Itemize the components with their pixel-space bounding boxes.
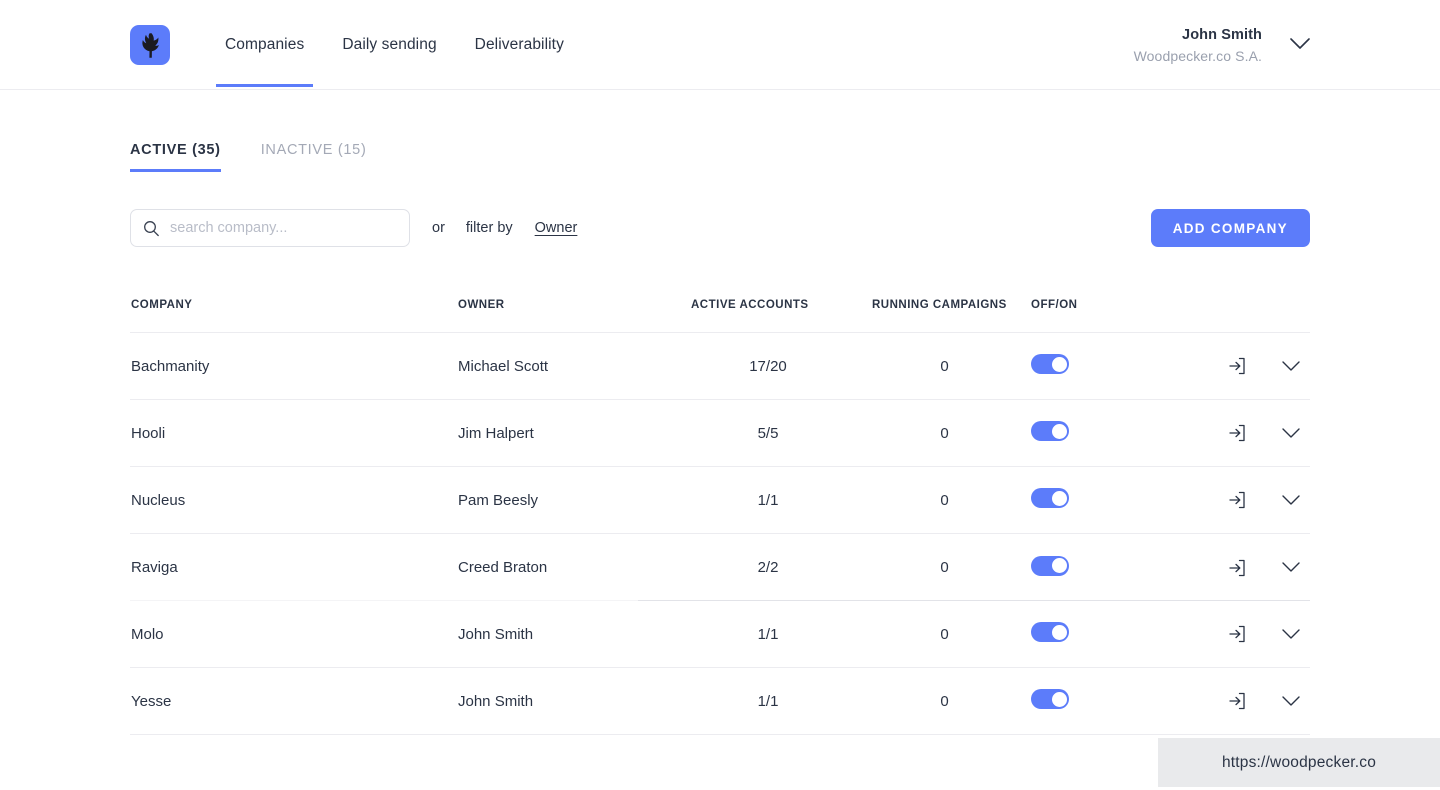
table-header-row: COMPANY OWNER ACTIVE ACCOUNTS RUNNING CA… [130,299,1310,333]
chevron-down-icon[interactable] [1282,495,1300,506]
chevron-down-icon[interactable] [1282,696,1300,707]
cell-active-accounts: 1/1 [678,693,858,710]
cell-active-accounts: 1/1 [678,626,858,643]
table-row[interactable]: Hooli Jim Halpert 5/5 0 [130,400,1310,467]
column-header-running-campaigns: RUNNING CAMPAIGNS [858,299,1031,311]
search-box[interactable] [130,209,410,247]
column-header-owner: OWNER [458,299,678,311]
filter-by-label: filter by [466,220,513,236]
cell-running-campaigns: 0 [858,358,1031,375]
cell-owner: John Smith [458,626,678,643]
off-on-toggle[interactable] [1031,354,1069,374]
main-nav: Companies Daily sending Deliverability [206,0,583,90]
cell-owner: Pam Beesly [458,492,678,509]
login-arrow-icon[interactable] [1228,491,1246,509]
column-header-active-accounts: ACTIVE ACCOUNTS [678,299,858,311]
cell-company: Raviga [130,559,458,576]
off-on-toggle[interactable] [1031,556,1069,576]
table-row[interactable]: Raviga Creed Braton 2/2 0 [130,534,1310,601]
table-row[interactable]: Molo John Smith 1/1 0 [130,601,1310,668]
tab-inactive[interactable]: INACTIVE (15) [261,142,367,172]
woodpecker-logo-icon[interactable] [130,25,170,65]
filter-or-text: or [432,220,445,236]
search-icon [143,220,160,237]
cell-running-campaigns: 0 [858,492,1031,509]
status-tabs: ACTIVE (35) INACTIVE (15) [130,136,1310,172]
cell-company: Yesse [130,693,458,710]
table-row[interactable]: Bachmanity Michael Scott 17/20 0 [130,333,1310,400]
table-row[interactable]: Yesse John Smith 1/1 0 [130,668,1310,735]
cell-company: Hooli [130,425,458,442]
chevron-down-icon[interactable] [1282,562,1300,573]
cell-company: Molo [130,626,458,643]
cell-active-accounts: 5/5 [678,425,858,442]
cell-running-campaigns: 0 [858,626,1031,643]
table-row[interactable]: Nucleus Pam Beesly 1/1 0 [130,467,1310,534]
login-arrow-icon[interactable] [1228,357,1246,375]
login-arrow-icon[interactable] [1228,559,1246,577]
nav-item-daily-sending[interactable]: Daily sending [323,0,455,90]
add-company-button[interactable]: ADD COMPANY [1151,209,1310,247]
column-header-off-on: OFF/ON [1031,299,1176,311]
chevron-down-icon[interactable] [1282,428,1300,439]
status-bar-url-text: https://woodpecker.co [1222,754,1376,772]
cell-running-campaigns: 0 [858,425,1031,442]
login-arrow-icon[interactable] [1228,692,1246,710]
nav-item-companies-label: Companies [225,36,304,53]
user-organization: Woodpecker.co S.A. [1134,47,1262,66]
user-menu[interactable]: John Smith Woodpecker.co S.A. [1134,24,1310,66]
tab-active-label: ACTIVE (35) [130,142,221,158]
tab-inactive-label: INACTIVE (15) [261,142,367,158]
chevron-down-icon[interactable] [1282,361,1300,372]
off-on-toggle[interactable] [1031,488,1069,508]
cell-running-campaigns: 0 [858,693,1031,710]
tab-active[interactable]: ACTIVE (35) [130,142,221,172]
status-bar-url: https://woodpecker.co [1158,738,1440,787]
cell-active-accounts: 17/20 [678,358,858,375]
nav-item-companies[interactable]: Companies [206,0,323,90]
login-arrow-icon[interactable] [1228,625,1246,643]
cell-company: Bachmanity [130,358,458,375]
nav-item-daily-sending-label: Daily sending [342,36,436,53]
chevron-down-icon[interactable] [1282,629,1300,640]
cell-owner: Jim Halpert [458,425,678,442]
chevron-down-icon[interactable] [1290,37,1310,55]
off-on-toggle[interactable] [1031,622,1069,642]
cell-active-accounts: 2/2 [678,559,858,576]
page-content: ACTIVE (35) INACTIVE (15) or filter by O… [0,136,1440,735]
login-arrow-icon[interactable] [1228,424,1246,442]
off-on-toggle[interactable] [1031,689,1069,709]
cell-active-accounts: 1/1 [678,492,858,509]
filter-bar: or filter by Owner ADD COMPANY [130,209,1310,247]
user-name: John Smith [1134,26,1262,46]
cell-owner: Michael Scott [458,358,678,375]
search-input[interactable] [170,220,397,236]
cell-owner: John Smith [458,693,678,710]
companies-table: COMPANY OWNER ACTIVE ACCOUNTS RUNNING CA… [130,299,1310,735]
cell-running-campaigns: 0 [858,559,1031,576]
app-header: Companies Daily sending Deliverability J… [0,0,1440,90]
off-on-toggle[interactable] [1031,421,1069,441]
nav-item-deliverability[interactable]: Deliverability [456,0,583,90]
cell-owner: Creed Braton [458,559,678,576]
filter-owner-link[interactable]: Owner [535,220,578,236]
column-header-company: COMPANY [130,299,458,311]
nav-item-deliverability-label: Deliverability [475,36,564,53]
cell-company: Nucleus [130,492,458,509]
